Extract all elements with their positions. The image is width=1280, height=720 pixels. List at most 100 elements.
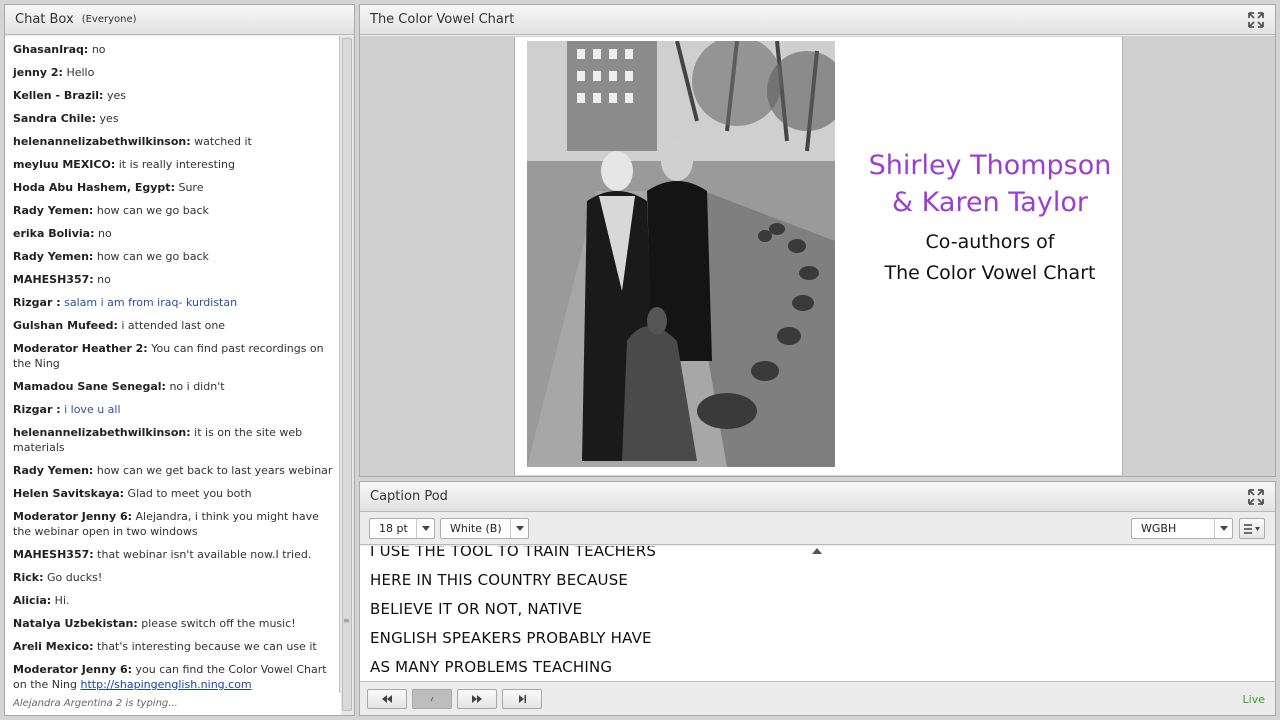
chat-link[interactable]: http://shapingenglish.ning.com: [81, 678, 252, 691]
chat-sender: helenannelizabethwilkinson:: [13, 135, 191, 148]
caption-line: BELIEVE IT OR NOT, NATIVE: [370, 600, 583, 618]
chat-sender: Moderator Jenny 6:: [13, 663, 133, 676]
chat-sender: Sandra Chile:: [13, 112, 97, 125]
chat-scrollbar-thumb[interactable]: [342, 38, 352, 711]
fast-forward-button[interactable]: [457, 689, 497, 709]
authors-photo: [527, 41, 835, 467]
chat-message: Sandra Chile: yes: [13, 111, 333, 126]
chat-sender: Helen Savitskaya:: [13, 487, 125, 500]
chat-text: that webinar isn't available now.I tried…: [97, 548, 312, 561]
chat-text: how can we go back: [96, 250, 209, 263]
menu-list-icon: [1244, 523, 1260, 534]
chat-sender: Moderator Heather 2:: [13, 342, 148, 355]
chat-message: Moderator Jenny 6: you can find the Colo…: [13, 662, 333, 692]
chat-text: yes: [106, 89, 126, 102]
caption-line: AS MANY PROBLEMS TEACHING: [370, 658, 613, 676]
chat-audience[interactable]: (Everyone): [82, 14, 137, 25]
chat-sender: helenannelizabethwilkinson:: [13, 426, 191, 439]
chat-sender: Kellen - Brazil:: [13, 89, 104, 102]
chat-scrollbar[interactable]: ≡: [339, 36, 354, 715]
slide-title-line-2: & Karen Taylor: [892, 187, 1088, 218]
typing-indicator: Alejandra Argentina 2 is typing...: [5, 693, 341, 715]
chat-sender: MAHESH357:: [13, 273, 94, 286]
live-status: Live: [1242, 693, 1265, 706]
chat-message: Areli Mexico: that's interesting because…: [13, 639, 333, 654]
maximize-icon[interactable]: [1247, 488, 1265, 506]
chat-title: Chat Box: [15, 12, 74, 27]
chat-sender: Rizgar :: [13, 403, 61, 416]
caption-line: HERE IN THIS COUNTRY BECAUSE: [370, 571, 629, 589]
pause-scroll-button[interactable]: [412, 689, 452, 709]
chat-sender: Alicia:: [13, 594, 52, 607]
chat-message: Rizgar : i love u all: [13, 402, 333, 417]
chat-text: watched it: [194, 135, 252, 148]
chat-message: GhasanIraq: no: [13, 42, 333, 57]
chat-sender: GhasanIraq:: [13, 43, 89, 56]
chat-text: no: [91, 43, 106, 56]
font-size-select[interactable]: 18 pt: [369, 518, 435, 539]
chat-text: Hi.: [54, 594, 70, 607]
maximize-icon[interactable]: [1247, 11, 1265, 29]
chat-message: Rizgar : salam i am from iraq- kurdistan: [13, 295, 333, 310]
chat-text: please switch off the music!: [141, 617, 296, 630]
chat-text: it is really interesting: [118, 158, 235, 171]
chat-text: Hello: [66, 66, 95, 79]
caption-nav-bar: Live: [360, 681, 1275, 715]
rewind-start-button[interactable]: [367, 689, 407, 709]
slide-subtitle-line-2: The Color Vowel Chart: [884, 262, 1096, 284]
chat-message: jenny 2: Hello: [13, 65, 333, 80]
font-size-value: 18 pt: [379, 522, 408, 535]
chat-message: Moderator Heather 2: You can find past r…: [13, 341, 333, 371]
chevron-down-icon: [1214, 519, 1232, 538]
double-chevron-right-icon: [472, 695, 482, 703]
scroll-grip-icon: ≡: [343, 616, 350, 625]
chat-header: Chat Box (Everyone): [5, 5, 354, 35]
jump-to-end-button[interactable]: [502, 689, 542, 709]
chat-text: how can we get back to last years webina…: [96, 464, 333, 477]
chat-sender: MAHESH357:: [13, 548, 94, 561]
chat-text: no i didn't: [169, 380, 225, 393]
presentation-slide: Shirley Thompson & Karen Taylor Co-autho…: [514, 37, 1123, 475]
slide-text-block: Shirley Thompson & Karen Taylor Co-autho…: [855, 147, 1125, 289]
pause-marker-icon: [430, 696, 434, 702]
chat-message: Natalya Uzbekistan: please switch off th…: [13, 616, 333, 631]
chat-message: meyluu MEXICO: it is really interesting: [13, 157, 333, 172]
chat-sender: Rizgar :: [13, 296, 61, 309]
chat-text: no: [97, 227, 112, 240]
chat-sender: Mamadou Sane Senegal:: [13, 380, 166, 393]
chat-message: helenannelizabethwilkinson: watched it: [13, 134, 333, 149]
chat-sender: Hoda Abu Hashem, Egypt:: [13, 181, 175, 194]
chat-sender: jenny 2:: [13, 66, 63, 79]
chat-text: i love u all: [64, 403, 121, 416]
chat-sender: erika Bolivia:: [13, 227, 95, 240]
chat-message: Rady Yemen: how can we go back: [13, 203, 333, 218]
chat-text: Go ducks!: [46, 571, 103, 584]
chat-sender: Areli Mexico:: [13, 640, 94, 653]
caption-line: ENGLISH SPEAKERS PROBABLY HAVE: [370, 629, 652, 647]
caption-color-select[interactable]: White (B): [440, 518, 529, 539]
chat-text: no: [97, 273, 111, 286]
caption-text-area: I USE THE TOOL TO TRAIN TEACHERS HERE IN …: [360, 546, 1275, 682]
share-header: The Color Vowel Chart: [360, 5, 1275, 35]
chat-message: MAHESH357: that webinar isn't available …: [13, 547, 333, 562]
chat-message: Alicia: Hi.: [13, 593, 333, 608]
chat-sender: Gulshan Mufeed:: [13, 319, 118, 332]
chat-pod: Chat Box (Everyone) GhasanIraq: no jenny …: [4, 4, 355, 716]
chat-message: MAHESH357: no: [13, 272, 333, 287]
caption-source-value: WGBH: [1141, 522, 1177, 535]
share-pod: The Color Vowel Chart Shirley Thompson &…: [359, 4, 1276, 477]
chat-text: Sure: [178, 181, 204, 194]
caption-title: Caption Pod: [370, 489, 448, 504]
caption-header: Caption Pod: [360, 482, 1275, 512]
collapse-arrow-icon[interactable]: [812, 548, 822, 554]
chat-text: how can we go back: [96, 204, 209, 217]
chat-message: Rady Yemen: how can we get back to last …: [13, 463, 333, 478]
chat-text: that's interesting because we can use it: [97, 640, 317, 653]
chat-message: Rick: Go ducks!: [13, 570, 333, 585]
chat-sender: Moderator Jenny 6:: [13, 510, 133, 523]
chat-message-list: GhasanIraq: no jenny 2: Hello Kellen - Bra…: [5, 36, 341, 693]
pod-options-button[interactable]: [1239, 518, 1265, 539]
caption-source-select[interactable]: WGBH: [1131, 518, 1233, 539]
chat-message: Helen Savitskaya: Glad to meet you both: [13, 486, 333, 501]
chat-message: Gulshan Mufeed: i attended last one: [13, 318, 333, 333]
